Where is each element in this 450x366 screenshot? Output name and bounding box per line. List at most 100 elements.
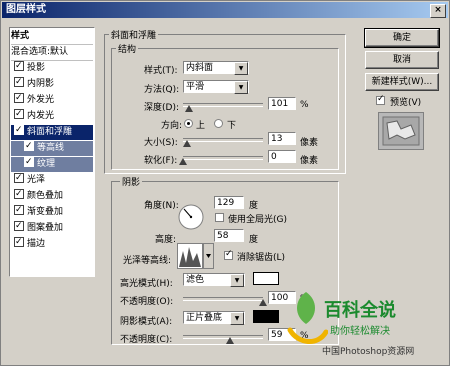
angle-input[interactable]: 129 — [214, 196, 244, 209]
style-label: 样式(T): — [144, 66, 178, 76]
technique-select[interactable]: 平滑 ▼ — [183, 80, 249, 94]
checkbox-icon[interactable] — [14, 107, 24, 122]
size-input[interactable]: 13 — [268, 132, 296, 145]
size-slider-track[interactable] — [183, 138, 263, 142]
depth-input[interactable]: 101 — [268, 97, 296, 110]
preview-checkbox[interactable] — [376, 94, 385, 105]
angle-dial[interactable] — [177, 203, 205, 231]
soften-unit: 像素 — [300, 156, 319, 166]
highlight-opacity-track[interactable] — [183, 297, 263, 301]
watermark-brand: 百科全说 — [324, 300, 396, 321]
technique-select-value: 平滑 — [186, 82, 205, 92]
style-item-label: 渐变叠加 — [27, 207, 64, 217]
style-preview-thumbnail — [378, 112, 424, 150]
new-style-button[interactable]: 新建样式(W)... — [365, 73, 439, 91]
depth-label: 深度(D): — [144, 103, 179, 113]
style-item-gradient-overlay[interactable]: 渐变叠加 — [11, 203, 93, 220]
soften-slider-track[interactable] — [183, 156, 263, 160]
style-item-label: 外发光 — [27, 95, 55, 105]
antialias-checkbox[interactable] — [224, 249, 233, 260]
style-item-label: 斜面和浮雕 — [27, 127, 73, 137]
angle-label: 角度(N): — [144, 201, 179, 211]
depth-slider-track[interactable] — [183, 103, 263, 107]
ok-button[interactable]: 确定 — [364, 28, 440, 48]
shadow-color-swatch[interactable] — [253, 310, 279, 323]
soften-slider-thumb[interactable] — [179, 158, 187, 165]
style-item-inner-glow[interactable]: 内发光 — [11, 107, 93, 124]
global-light-checkbox[interactable] — [215, 213, 224, 222]
style-item-label: 光泽 — [27, 175, 46, 185]
shading-title: 阴影 — [120, 175, 143, 188]
style-item-label: 内阴影 — [27, 79, 55, 89]
dialog-title: 图层样式 — [6, 4, 46, 15]
style-item-stroke[interactable]: 描边 — [11, 235, 93, 252]
style-item-bevel-emboss[interactable]: 斜面和浮雕 — [11, 123, 93, 140]
antialias-label: 消除锯齿(L) — [237, 253, 286, 263]
direction-up-radio[interactable] — [184, 119, 193, 128]
style-item-drop-shadow[interactable]: 投影 — [11, 59, 93, 76]
checkbox-icon[interactable] — [14, 187, 24, 202]
style-item-contour[interactable]: 等高线 — [11, 139, 93, 156]
preview-texture — [382, 116, 420, 146]
checkbox-icon[interactable] — [24, 139, 34, 154]
checkbox-icon[interactable] — [14, 171, 24, 186]
style-item-label: 颜色叠加 — [27, 191, 64, 201]
style-item-satin[interactable]: 光泽 — [11, 171, 93, 188]
style-item-label: 投影 — [27, 63, 46, 73]
global-light-label: 使用全局光(G) — [228, 215, 287, 225]
checkbox-icon[interactable] — [14, 203, 24, 218]
highlight-color-swatch[interactable] — [253, 272, 279, 285]
shadow-opacity-thumb[interactable] — [226, 337, 235, 344]
direction-label: 方向: — [161, 121, 183, 131]
chevron-down-icon[interactable]: ▼ — [230, 274, 244, 287]
style-item-outer-glow[interactable]: 外发光 — [11, 91, 93, 108]
style-item-pattern-overlay[interactable]: 图案叠加 — [11, 219, 93, 236]
style-list-header[interactable]: 样式 — [11, 29, 93, 45]
style-select[interactable]: 内斜面 ▼ — [183, 61, 249, 75]
style-item-label: 描边 — [27, 239, 46, 249]
chevron-down-icon[interactable]: ▼ — [230, 312, 244, 325]
shadow-opacity-track[interactable] — [183, 335, 263, 339]
checkbox-icon[interactable] — [14, 219, 24, 234]
shadow-mode-select[interactable]: 正片叠底 ▼ — [183, 311, 245, 325]
checkbox-icon[interactable] — [14, 123, 24, 138]
gloss-contour-label: 光泽等高线: — [123, 256, 172, 266]
chevron-down-icon[interactable]: ▼ — [234, 81, 248, 94]
gloss-contour-picker[interactable] — [177, 243, 215, 269]
altitude-input[interactable]: 58 — [214, 229, 244, 242]
checkbox-icon[interactable] — [14, 59, 24, 74]
technique-label: 方法(Q): — [144, 85, 180, 95]
chevron-down-icon[interactable]: ▼ — [234, 62, 248, 75]
style-item-label: 纹理 — [37, 159, 56, 169]
style-item-texture[interactable]: 纹理 — [11, 155, 93, 172]
checkbox-icon[interactable] — [14, 235, 24, 250]
checkbox-icon[interactable] — [24, 155, 34, 170]
size-slider-thumb[interactable] — [183, 140, 191, 147]
style-item-label: 内发光 — [27, 111, 55, 121]
style-item-label: 等高线 — [37, 143, 65, 153]
style-select-value: 内斜面 — [186, 63, 214, 73]
direction-down-radio[interactable] — [214, 119, 223, 128]
title-bar: 图层样式 × — [2, 2, 448, 18]
direction-down-label: 下 — [227, 121, 237, 131]
watermark: 百科全说 助你轻松解决 中国Photoshop资源网 — [282, 290, 450, 362]
soften-input[interactable]: 0 — [268, 150, 296, 163]
style-item-inner-shadow[interactable]: 内阴影 — [11, 75, 93, 92]
shadow-mode-label: 阴影模式(A): — [120, 317, 173, 327]
soften-label: 软化(F): — [144, 156, 178, 166]
shadow-mode-value: 正片叠底 — [186, 313, 223, 323]
highlight-opacity-thumb[interactable] — [259, 299, 267, 306]
bevel-emboss-title: 斜面和浮雕 — [109, 28, 159, 41]
close-button[interactable]: × — [430, 4, 446, 18]
style-item-color-overlay[interactable]: 颜色叠加 — [11, 187, 93, 204]
depth-slider-thumb[interactable] — [185, 105, 193, 112]
preview-label: 预览(V) — [390, 98, 422, 108]
style-item-label: 图案叠加 — [27, 223, 64, 233]
checkbox-icon[interactable] — [14, 75, 24, 90]
checkbox-icon[interactable] — [14, 91, 24, 106]
highlight-mode-select[interactable]: 滤色 ▼ — [183, 273, 245, 287]
shadow-opacity-label: 不透明度(C): — [120, 335, 173, 345]
angle-unit: 度 — [249, 201, 259, 211]
blending-options-item[interactable]: 混合选项:默认 — [11, 45, 93, 61]
cancel-button[interactable]: 取消 — [365, 51, 439, 69]
